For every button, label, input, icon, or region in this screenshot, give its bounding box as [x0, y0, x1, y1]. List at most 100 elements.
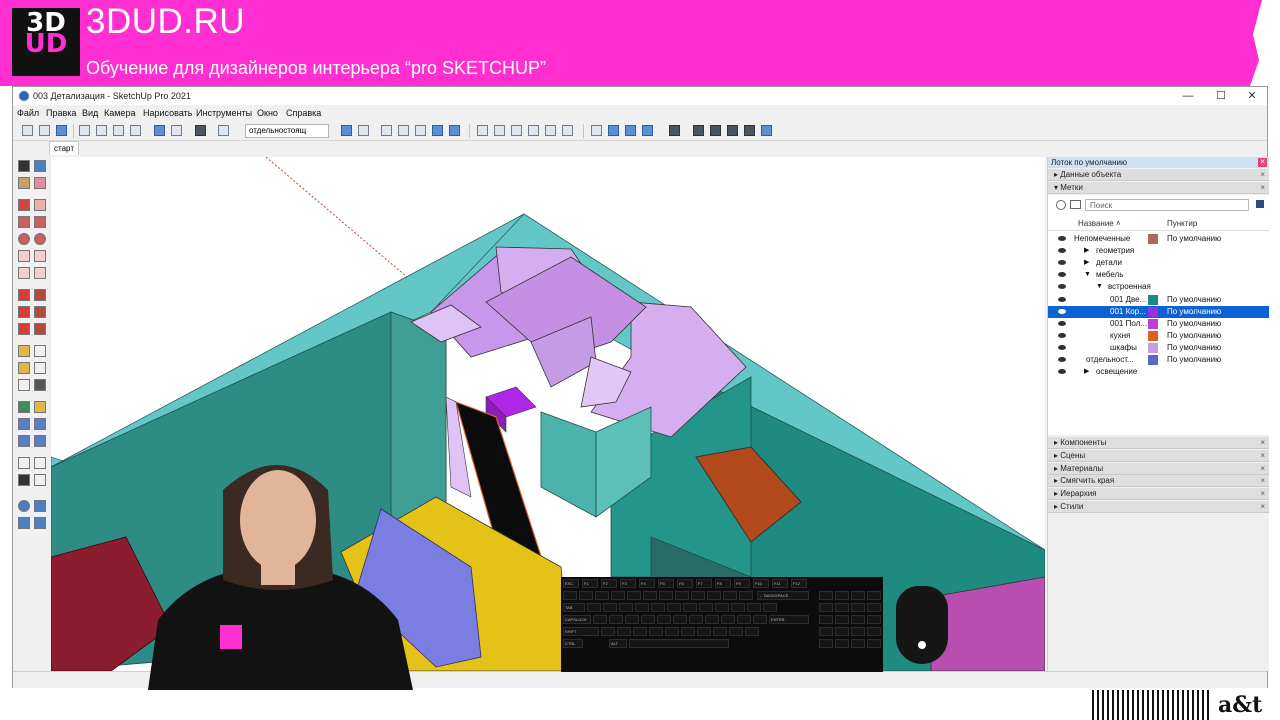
tag-color-swatch[interactable] — [1148, 306, 1158, 317]
section-display-icon[interactable] — [608, 125, 619, 136]
visibility-eye-icon[interactable] — [1058, 248, 1066, 254]
menu-tools[interactable]: Инструменты — [196, 108, 252, 118]
tag-row[interactable]: шкафы По умолчанию — [1048, 342, 1269, 354]
collapse-icon[interactable]: ▼ — [1096, 281, 1103, 293]
tag-row[interactable]: ▼ встроенная — [1048, 281, 1269, 293]
move-icon[interactable] — [18, 289, 30, 301]
offset-icon[interactable] — [34, 323, 46, 335]
tag-row[interactable]: Непомеченные По умолчанию — [1048, 233, 1269, 245]
save-icon[interactable] — [56, 125, 67, 136]
extension-icon-5[interactable] — [761, 125, 772, 136]
tag-row[interactable]: ▶ освещение — [1048, 366, 1269, 378]
collapsed-panel[interactable]: ▸ Смягчить края × — [1048, 475, 1269, 488]
eraser-icon[interactable] — [34, 177, 46, 189]
tag-dash-value[interactable]: По умолчанию — [1167, 318, 1221, 330]
panel-tags[interactable]: ▾ Метки × — [1048, 182, 1269, 194]
rotated-rectangle-icon[interactable] — [34, 216, 46, 228]
erase-icon[interactable] — [130, 125, 141, 136]
maximize-button[interactable]: ☐ — [1206, 88, 1236, 104]
copy-icon[interactable] — [96, 125, 107, 136]
tag-color-swatch[interactable] — [1148, 294, 1158, 305]
tag-color-swatch[interactable] — [1148, 330, 1158, 341]
top-view-icon[interactable] — [494, 125, 505, 136]
tag-row[interactable]: кухня По умолчанию — [1048, 330, 1269, 342]
section-plane-icon[interactable] — [591, 125, 602, 136]
panel-close-icon[interactable]: × — [1260, 463, 1265, 475]
cut-icon[interactable] — [79, 125, 90, 136]
tag-row[interactable]: 001 Кор... По умолчанию — [1048, 305, 1269, 318]
select-tool-icon[interactable] — [18, 160, 30, 172]
look-around-icon[interactable] — [34, 457, 46, 469]
extension-icon-3[interactable] — [727, 125, 738, 136]
extension-icon-2[interactable] — [710, 125, 721, 136]
tag-dash-value[interactable]: По умолчанию — [1167, 342, 1221, 354]
visibility-eye-icon[interactable] — [1058, 260, 1066, 266]
column-header-dash[interactable]: Пунктир — [1167, 219, 1197, 228]
arc-icon[interactable] — [18, 250, 30, 262]
tag-color-swatch[interactable] — [1148, 234, 1158, 244]
expand-icon[interactable]: ▶ — [1084, 245, 1089, 257]
visibility-eye-icon[interactable] — [1058, 332, 1066, 338]
print-icon[interactable] — [195, 125, 206, 136]
warehouse-icon[interactable] — [669, 125, 680, 136]
tag-row[interactable]: 001 Пол... По умолчанию — [1048, 318, 1269, 330]
zoom-window-icon[interactable] — [34, 418, 46, 430]
open-file-icon[interactable] — [39, 125, 50, 136]
polygon-icon[interactable] — [34, 233, 46, 245]
circle-icon[interactable] — [18, 233, 30, 245]
axes-icon[interactable] — [18, 379, 30, 391]
stamp-icon[interactable] — [34, 517, 46, 529]
undo-icon[interactable] — [154, 125, 165, 136]
orbit-icon[interactable] — [18, 401, 30, 413]
menu-view[interactable]: Вид — [82, 108, 98, 118]
tray-close-icon[interactable]: ✕ — [1258, 158, 1267, 167]
add-tag-folder-icon[interactable] — [1070, 200, 1081, 209]
scene-tab-start[interactable]: старт — [49, 141, 79, 155]
tag-dash-value[interactable]: По умолчанию — [1167, 294, 1221, 306]
paste-icon[interactable] — [113, 125, 124, 136]
scale-icon[interactable] — [18, 323, 30, 335]
panel-close-icon[interactable]: × — [1260, 450, 1265, 462]
panel-entity-info[interactable]: ▸ Данные объекта × — [1048, 169, 1269, 181]
expand-icon[interactable]: ▶ — [1084, 257, 1089, 269]
tag-row[interactable]: 001 Две... По умолчанию — [1048, 294, 1269, 306]
shaded-icon[interactable] — [432, 125, 443, 136]
minimize-button[interactable]: — — [1173, 88, 1203, 104]
3d-text-icon[interactable] — [34, 379, 46, 391]
section-cuts-icon[interactable] — [625, 125, 636, 136]
iso-view-icon[interactable] — [477, 125, 488, 136]
tag-row[interactable]: ▶ геометрия — [1048, 245, 1269, 257]
visibility-eye-icon[interactable] — [1058, 284, 1066, 290]
position-camera-icon[interactable] — [18, 457, 30, 469]
menu-file[interactable]: Файл — [17, 108, 39, 118]
freehand-icon[interactable] — [34, 199, 46, 211]
tag-color-swatch[interactable] — [1148, 355, 1158, 365]
tag-color-swatch[interactable] — [1148, 318, 1158, 329]
panel-close-icon[interactable]: × — [1260, 182, 1265, 194]
menu-edit[interactable]: Правка — [46, 108, 76, 118]
tag-details-icon[interactable] — [1256, 200, 1264, 208]
tag-row[interactable]: ▼ мебель — [1048, 269, 1269, 281]
menu-draw[interactable]: Нарисовать — [143, 108, 192, 118]
redo-icon[interactable] — [171, 125, 182, 136]
paint-bucket-icon[interactable] — [18, 177, 30, 189]
visibility-eye-icon[interactable] — [1058, 369, 1066, 375]
xray-icon[interactable] — [381, 125, 392, 136]
back-view-icon[interactable] — [545, 125, 556, 136]
three-point-arc-icon[interactable] — [18, 267, 30, 279]
rotate-icon[interactable] — [18, 306, 30, 318]
wireframe-icon[interactable] — [415, 125, 426, 136]
collapsed-panel[interactable]: ▸ Иерархия × — [1048, 488, 1269, 501]
collapsed-panel[interactable]: ▸ Стили × — [1048, 501, 1269, 513]
zoom-extents-icon[interactable] — [18, 435, 30, 447]
component-tool-icon[interactable] — [34, 160, 46, 172]
new-file-icon[interactable] — [22, 125, 33, 136]
push-pull-icon[interactable] — [34, 289, 46, 301]
panel-close-icon[interactable]: × — [1260, 475, 1265, 487]
text-tool-icon[interactable] — [34, 362, 46, 374]
section-plane-tool-icon[interactable] — [34, 474, 46, 486]
left-view-icon[interactable] — [562, 125, 573, 136]
menu-window[interactable]: Окно — [257, 108, 278, 118]
tag-dash-value[interactable]: По умолчанию — [1167, 354, 1221, 366]
smoove-icon[interactable] — [18, 517, 30, 529]
